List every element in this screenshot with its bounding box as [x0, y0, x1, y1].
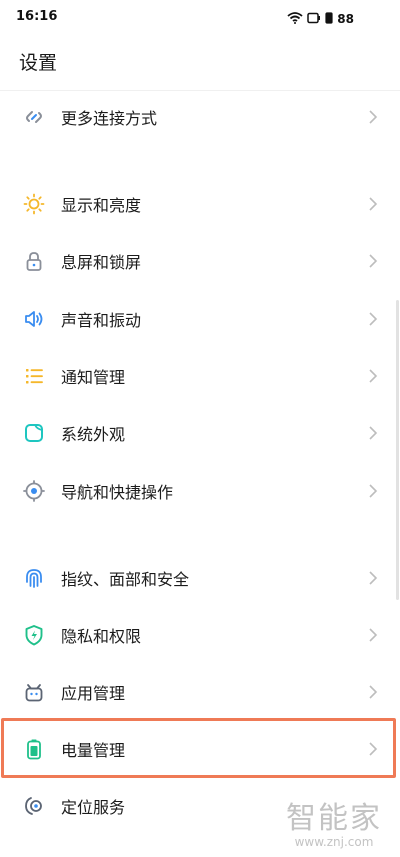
settings-item-label: 更多连接方式 — [61, 108, 158, 128]
settings-item-sound-vibration[interactable]: 声音和振动 — [0, 290, 400, 347]
settings-item-fingerprint-face-security[interactable]: 指纹、面部和安全 — [0, 549, 400, 606]
settings-item-label: 定位服务 — [61, 797, 126, 817]
settings-item-label: 隐私和权限 — [61, 626, 142, 646]
settings-item-app-management[interactable]: 应用管理 — [0, 663, 400, 720]
watermark-url: www.znj.com — [294, 835, 374, 849]
settings-item-notifications[interactable]: 通知管理 — [0, 347, 400, 404]
chevron-right-icon — [366, 253, 380, 268]
settings-item-label: 通知管理 — [61, 367, 126, 387]
list-icon — [22, 364, 46, 388]
chevron-right-icon — [366, 368, 380, 383]
settings-item-navigation-shortcuts[interactable]: 导航和快捷操作 — [0, 462, 400, 519]
link-icon — [22, 105, 46, 129]
settings-item-privacy-permissions[interactable]: 隐私和权限 — [0, 606, 400, 663]
appearance-icon — [22, 421, 46, 445]
chevron-right-icon — [366, 570, 380, 585]
navigation-icon — [22, 479, 46, 503]
wifi-icon — [287, 9, 303, 28]
status-bar: 16:16 88 — [0, 0, 400, 36]
page-title: 设置 — [19, 52, 58, 74]
battery-icon — [22, 737, 46, 761]
shield-icon — [22, 623, 46, 647]
location-icon — [22, 794, 46, 818]
watermark: 智能家 www.znj.com — [282, 801, 386, 850]
chevron-right-icon — [366, 627, 380, 642]
chevron-right-icon — [366, 741, 380, 756]
settings-item-battery-management[interactable]: 电量管理 — [0, 720, 400, 777]
chevron-right-icon — [366, 483, 380, 498]
chevron-right-icon — [366, 109, 380, 124]
screen-icon — [307, 9, 321, 28]
status-icons: 88 — [287, 9, 354, 28]
settings-item-display-brightness[interactable]: 显示和亮度 — [0, 175, 400, 232]
chevron-right-icon — [366, 684, 380, 699]
status-time: 16:16 — [16, 9, 58, 24]
settings-item-more-connections[interactable]: 更多连接方式 — [0, 88, 400, 145]
settings-item-label: 显示和亮度 — [61, 195, 142, 215]
settings-item-label: 电量管理 — [61, 740, 126, 760]
app-icon — [22, 680, 46, 704]
chevron-right-icon — [366, 196, 380, 211]
battery-status-icon — [325, 9, 333, 28]
settings-item-label: 应用管理 — [61, 683, 126, 703]
settings-item-label: 系统外观 — [61, 424, 126, 444]
scrollbar[interactable] — [396, 300, 399, 600]
chevron-right-icon — [366, 425, 380, 440]
fingerprint-icon — [22, 566, 46, 590]
settings-item-label: 声音和振动 — [61, 310, 142, 330]
sun-icon — [22, 192, 46, 216]
chevron-right-icon — [366, 311, 380, 326]
settings-item-label: 指纹、面部和安全 — [61, 569, 190, 589]
settings-item-label: 导航和快捷操作 — [61, 482, 174, 502]
settings-item-system-appearance[interactable]: 系统外观 — [0, 404, 400, 461]
watermark-logo-text: 智能家 — [286, 801, 382, 836]
lock-icon — [22, 249, 46, 273]
settings-item-screen-lock[interactable]: 息屏和锁屏 — [0, 232, 400, 289]
speaker-icon — [22, 307, 46, 331]
battery-percent: 88 — [337, 11, 354, 26]
settings-item-label: 息屏和锁屏 — [61, 252, 142, 272]
